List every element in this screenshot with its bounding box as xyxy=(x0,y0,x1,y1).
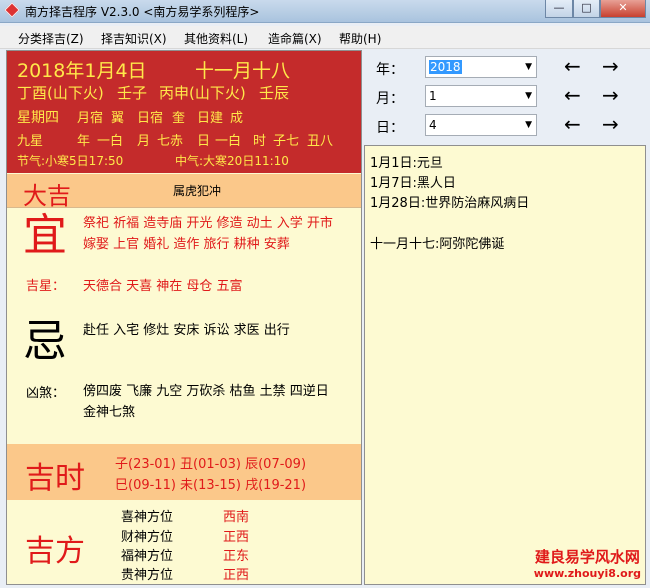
jishi-label: 吉时 xyxy=(25,461,85,496)
caishen-label: 财神方位 xyxy=(121,530,174,545)
hour-ganzhi: 壬辰 xyxy=(259,84,290,102)
next-month-button[interactable]: → xyxy=(602,85,619,105)
risu-value: 奎 xyxy=(172,111,186,126)
xishen-label: 喜神方位 xyxy=(121,510,174,525)
rijian-label: 日建 xyxy=(197,111,224,126)
menu-knowledge[interactable]: 择吉知识(X) xyxy=(101,30,167,47)
year-ganzhi: 丁酉(山下火) xyxy=(17,84,104,102)
jiuxing-month: 七赤 xyxy=(157,134,184,149)
date-picker-panel: 年： 2018 ▼ ← → 月： 1 ▼ ← → 日： 4 ▼ ← → 1月1日:元旦… xyxy=(364,50,646,585)
jiuxing-month-label: 月 xyxy=(137,134,151,149)
window-title: 南方择吉程序 V2.3.0 <南方易学系列程序> xyxy=(25,5,260,19)
prev-month-button[interactable]: ← xyxy=(564,85,581,105)
jiuxing-hour-label: 时 xyxy=(253,134,267,149)
note-item: 1月1日:元旦 xyxy=(370,156,443,171)
dropdown-arrow-icon: ▼ xyxy=(525,120,532,130)
jieqi-next: 中气:大寒20日11:10 xyxy=(175,154,289,168)
day-select[interactable]: 4 ▼ xyxy=(425,114,537,136)
jixing-label: 吉星： xyxy=(26,279,66,294)
fortune-label: 大吉 xyxy=(23,182,71,210)
next-year-button[interactable]: → xyxy=(602,56,619,76)
ji-char: 忌 xyxy=(23,316,67,367)
risu-label: 日宿 xyxy=(137,111,164,126)
jiuxing-day: 一白 xyxy=(215,134,242,149)
day-ganzhi: 丙申(山下火) xyxy=(159,84,246,102)
weekday: 星期四 xyxy=(17,110,59,126)
minimize-button[interactable]: — xyxy=(545,0,573,18)
yi-char: 宜 xyxy=(23,210,67,261)
jishi-line-2: 巳(09-11) 未(13-15) 戌(19-21) xyxy=(115,478,307,493)
jiuxing-hour-2: 丑八 xyxy=(307,134,334,149)
caishen-dir: 正西 xyxy=(223,530,250,545)
jieqi-prev: 节气:小寒5日17:50 xyxy=(17,154,124,168)
guishen-label: 贵神方位 xyxy=(121,568,174,583)
jiuxing-label: 九星 xyxy=(17,134,44,149)
year-select[interactable]: 2018 ▼ xyxy=(425,56,537,78)
note-item: 十一月十七:阿弥陀佛诞 xyxy=(370,237,505,252)
prev-day-button[interactable]: ← xyxy=(564,114,581,134)
fortune-band: 大吉 属虎犯冲 xyxy=(7,174,361,210)
yuesu-label: 月宿 xyxy=(77,111,104,126)
month-select[interactable]: 1 ▼ xyxy=(425,85,537,107)
xiongsha-line-1: 傍四废 飞廉 九空 万砍杀 枯鱼 土禁 四逆日 xyxy=(83,384,329,399)
jifang-label: 吉方 xyxy=(25,534,85,569)
next-day-button[interactable]: → xyxy=(602,114,619,134)
festival-notes: 1月1日:元旦 1月7日:黑人日 1月28日:世界防治麻风病日 十一月十七:阿弥… xyxy=(364,145,646,585)
dropdown-arrow-icon: ▼ xyxy=(525,91,532,101)
watermark-line-2: www.zhouyi8.org xyxy=(533,567,641,580)
month-ganzhi: 壬子 xyxy=(117,84,148,102)
chong-text: 属虎犯冲 xyxy=(173,184,222,198)
xishen-dir: 西南 xyxy=(223,510,250,525)
maximize-button[interactable]: □ xyxy=(573,0,600,18)
jixing-text: 天德合 天喜 神在 母仓 五富 xyxy=(83,279,243,294)
menu-classify[interactable]: 分类择吉(Z) xyxy=(18,30,84,47)
guishen-dir: 正西 xyxy=(223,568,250,583)
lunar-date: 十一月十八 xyxy=(195,60,291,82)
prev-year-button[interactable]: ← xyxy=(564,56,581,76)
watermark-line-1: 建良易学风水网 xyxy=(534,548,640,566)
rijian-value: 成 xyxy=(230,111,244,126)
date-controls: 年： 2018 ▼ ← → 月： 1 ▼ ← → 日： 4 ▼ ← → xyxy=(364,50,646,145)
menu-zaoming[interactable]: 造命篇(X) xyxy=(268,30,322,47)
watermark: 建良易学风水网 www.zhouyi8.org xyxy=(534,546,641,580)
jishi-line-1: 子(23-01) 丑(01-03) 辰(07-09) xyxy=(115,457,307,472)
jiuxing-year: 一白 xyxy=(97,134,124,149)
ji-line-1: 赴任 入宅 修灶 安床 诉讼 求医 出行 xyxy=(83,323,290,338)
fushen-dir: 正东 xyxy=(223,549,250,564)
yuesu-value: 翼 xyxy=(111,111,125,126)
year-label: 年： xyxy=(376,62,404,78)
note-item: 1月7日:黑人日 xyxy=(370,176,456,191)
month-label: 月： xyxy=(376,91,404,107)
app-window: 南方择吉程序 V2.3.0 <南方易学系列程序> — □ ✕ 分类择吉(Z) 择… xyxy=(0,0,650,588)
close-button[interactable]: ✕ xyxy=(600,0,646,18)
yi-line-2: 嫁娶 上官 婚礼 造作 旅行 耕种 安葬 xyxy=(83,237,290,252)
note-item: 1月28日:世界防治麻风病日 xyxy=(370,196,530,211)
jiuxing-year-label: 年 xyxy=(77,134,91,149)
dropdown-arrow-icon: ▼ xyxy=(525,62,532,72)
day-label: 日： xyxy=(376,120,404,136)
gregorian-date: 2018年1月4日 xyxy=(17,60,147,82)
yi-line-1: 祭祀 祈福 造寺庙 开光 修造 动土 入学 开市 xyxy=(83,216,333,231)
almanac-panel: 2018年1月4日 十一月十八 丁酉(山下火) 壬子 丙申(山下火) 壬辰 星期… xyxy=(6,50,362,585)
menu-other[interactable]: 其他资料(L) xyxy=(184,30,248,47)
jiuxing-hour-1: 子七 xyxy=(273,134,300,149)
title-bar[interactable]: 南方择吉程序 V2.3.0 <南方易学系列程序> — □ ✕ xyxy=(0,0,650,23)
jiuxing-day-label: 日 xyxy=(197,134,211,149)
menu-help[interactable]: 帮助(H) xyxy=(339,30,381,47)
xiongsha-line-2: 金神七煞 xyxy=(83,405,136,420)
date-header: 2018年1月4日 十一月十八 丁酉(山下火) 壬子 丙申(山下火) 壬辰 星期… xyxy=(7,51,361,173)
app-logo-icon xyxy=(4,2,20,18)
menu-bar: 分类择吉(Z) 择吉知识(X) 其他资料(L) 造命篇(X) 帮助(H) xyxy=(0,26,650,49)
xiongsha-label: 凶煞： xyxy=(26,386,66,401)
divider xyxy=(7,207,361,208)
fushen-label: 福神方位 xyxy=(121,549,174,564)
jishi-band: 吉时 子(23-01) 丑(01-03) 辰(07-09) 巳(09-11) 未… xyxy=(7,444,361,500)
